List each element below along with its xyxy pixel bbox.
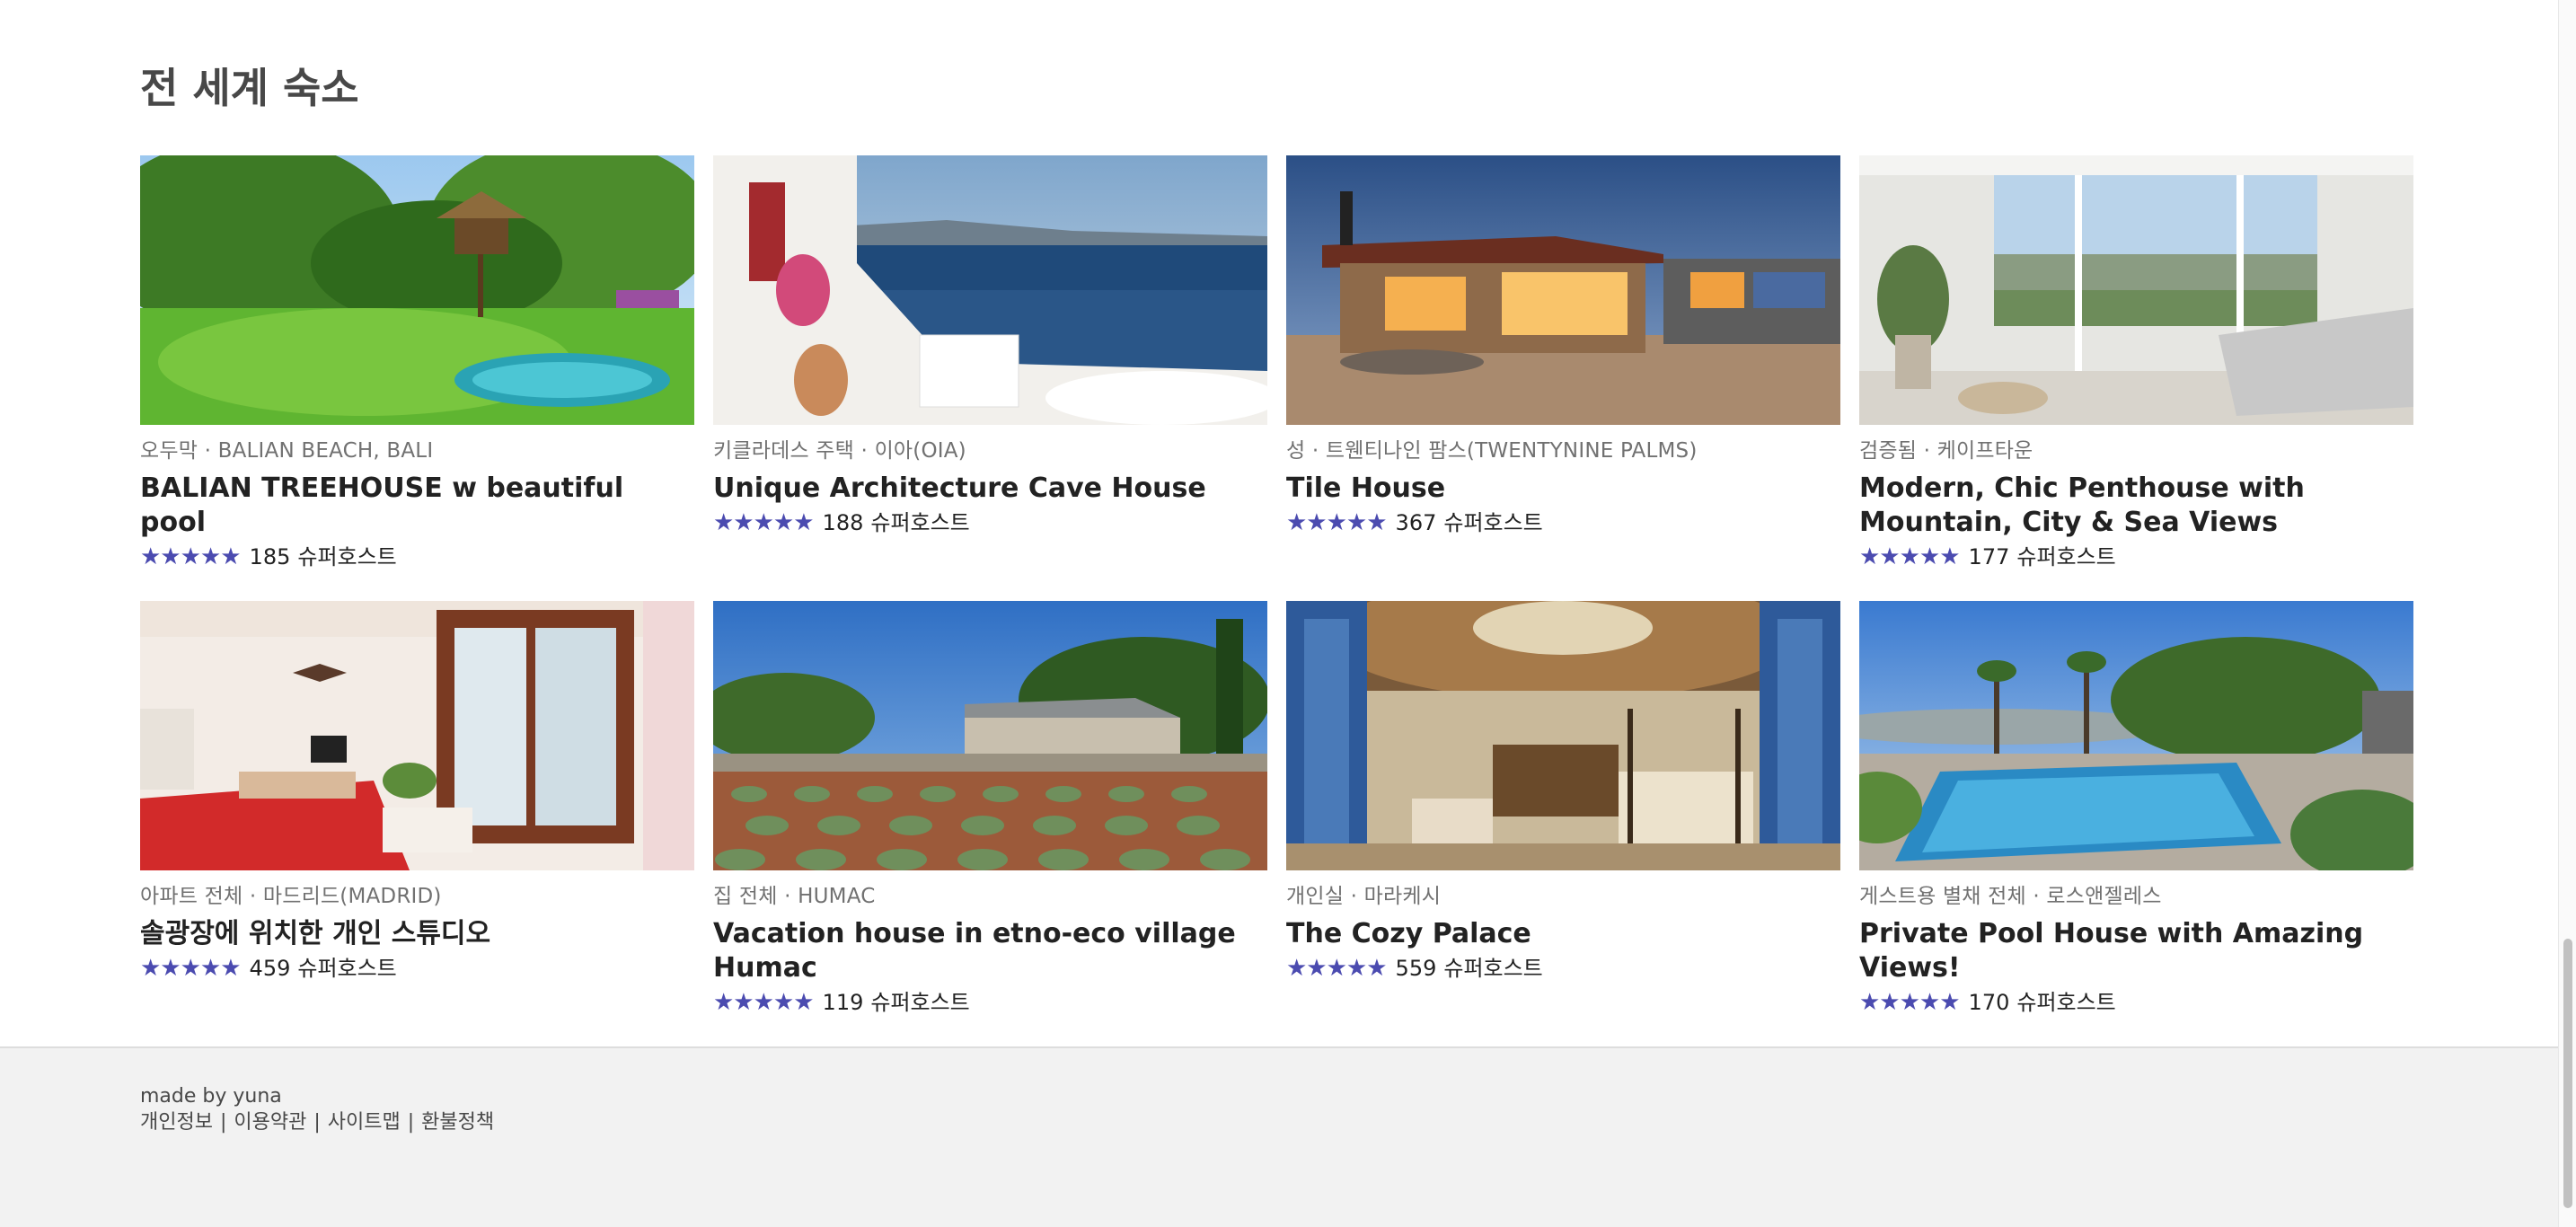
link-separator: | (407, 1111, 415, 1134)
review-count: 177 (1968, 544, 2010, 569)
listing-type-location: 아파트 전체 · 마드리드(MADRID) (140, 885, 442, 908)
listing-photo[interactable] (713, 601, 1267, 870)
refund-policy-link[interactable]: 환불정책 (421, 1109, 494, 1136)
listing-rating: ★★★★★ 459 슈퍼호스트 (140, 953, 694, 984)
listing-photo[interactable] (1859, 155, 2413, 425)
listing-type-location: 검증됨 · 케이프타운 (1859, 439, 2033, 463)
review-count: 170 (1968, 990, 2010, 1015)
star-rating-icon: ★★★★★ (140, 543, 242, 570)
star-rating-icon: ★★★★★ (1286, 955, 1388, 982)
superhost-badge: 슈퍼호스트 (870, 990, 970, 1015)
superhost-badge: 슈퍼호스트 (2016, 990, 2116, 1015)
link-separator: | (313, 1111, 321, 1134)
listing-photo[interactable] (1286, 155, 1840, 425)
section-title: 전 세계 숙소 (140, 64, 359, 112)
star-rating-icon: ★★★★★ (140, 955, 242, 982)
listing-photo[interactable] (140, 155, 694, 425)
listing-title[interactable]: BALIAN TREEHOUSE w beautiful pool (140, 472, 694, 540)
superhost-badge: 슈퍼호스트 (870, 510, 970, 535)
vertical-scrollbar[interactable] (2558, 0, 2576, 1227)
listing-rating: ★★★★★ 170 슈퍼호스트 (1859, 987, 2413, 1018)
link-separator: | (219, 1111, 227, 1134)
footer-links: 개인정보 | 이용약관 | 사이트맵 | 환불정책 (140, 1109, 494, 1136)
listing-card[interactable]: 오두막 · BALIAN BEACH, BALI BALIAN TREEHOUS… (140, 155, 694, 581)
listing-type-location: 개인실 · 마라케시 (1286, 885, 1442, 908)
listing-type-location: 오두막 · BALIAN BEACH, BALI (140, 439, 434, 463)
star-rating-icon: ★★★★★ (1859, 989, 1961, 1016)
review-count: 119 (822, 990, 864, 1015)
worldwide-listings-section: 전 세계 숙소 오두막 · BALIAN BEACH, BALI BALIAN … (140, 57, 2413, 1016)
listing-rating: ★★★★★ 119 슈퍼호스트 (713, 987, 1267, 1018)
cozy-palace-photo (1286, 601, 1840, 870)
listing-title[interactable]: Vacation house in etno-eco village Humac (713, 917, 1267, 985)
penthouse-photo (1859, 155, 2413, 425)
cave-house-photo (713, 155, 1267, 425)
star-rating-icon: ★★★★★ (713, 509, 815, 536)
listing-photo[interactable] (140, 601, 694, 870)
listing-rating: ★★★★★ 188 슈퍼호스트 (713, 508, 1267, 538)
listing-photo[interactable] (1859, 601, 2413, 870)
star-rating-icon: ★★★★★ (713, 989, 815, 1016)
superhost-badge: 슈퍼호스트 (1443, 510, 1543, 535)
listing-card[interactable]: 키클라데스 주택 · 이아(OIA) Unique Architecture C… (713, 155, 1267, 581)
terms-link[interactable]: 이용약관 (234, 1109, 306, 1136)
treehouse-photo (140, 155, 694, 425)
listings-grid: 오두막 · BALIAN BEACH, BALI BALIAN TREEHOUS… (140, 155, 2413, 1016)
review-count: 188 (822, 510, 864, 535)
listing-title[interactable]: Modern, Chic Penthouse with Mountain, Ci… (1859, 472, 2413, 540)
superhost-badge: 슈퍼호스트 (297, 544, 397, 569)
page: 전 세계 숙소 오두막 · BALIAN BEACH, BALI BALIAN … (0, 0, 2576, 1227)
listing-title[interactable]: The Cozy Palace (1286, 917, 1840, 951)
listing-type-location: 게스트용 별채 전체 · 로스앤젤레스 (1859, 885, 2162, 908)
star-rating-icon: ★★★★★ (1859, 543, 1961, 570)
vacation-house-photo (713, 601, 1267, 870)
listing-title[interactable]: Unique Architecture Cave House (713, 472, 1267, 506)
listing-rating: ★★★★★ 185 슈퍼호스트 (140, 542, 694, 572)
listing-type-location: 키클라데스 주택 · 이아(OIA) (713, 439, 966, 463)
footer: made by yuna 개인정보 | 이용약관 | 사이트맵 | 환불정책 (0, 1046, 2558, 1227)
listing-card[interactable]: 게스트용 별채 전체 · 로스앤젤레스 Private Pool House w… (1859, 601, 2413, 1016)
review-count: 559 (1395, 956, 1437, 981)
star-rating-icon: ★★★★★ (1286, 509, 1388, 536)
review-count: 185 (249, 544, 291, 569)
listing-rating: ★★★★★ 559 슈퍼호스트 (1286, 953, 1840, 984)
superhost-badge: 슈퍼호스트 (1443, 956, 1543, 981)
listing-card[interactable]: 개인실 · 마라케시 The Cozy Palace ★★★★★ 559 슈퍼호… (1286, 601, 1840, 996)
listing-type-location: 성 · 트웬티나인 팜스(TWENTYNINE PALMS) (1286, 439, 1698, 463)
superhost-badge: 슈퍼호스트 (297, 956, 397, 981)
listing-card[interactable]: 성 · 트웬티나인 팜스(TWENTYNINE PALMS) Tile Hous… (1286, 155, 1840, 581)
review-count: 459 (249, 956, 291, 981)
listing-card[interactable]: 아파트 전체 · 마드리드(MADRID) 솔광장에 위치한 개인 스튜디오 ★… (140, 601, 694, 996)
review-count: 367 (1395, 510, 1437, 535)
listing-photo[interactable] (713, 155, 1267, 425)
listing-type-location: 집 전체 · HUMAC (713, 885, 876, 908)
sitemap-link[interactable]: 사이트맵 (328, 1109, 401, 1136)
tile-house-photo (1286, 155, 1840, 425)
privacy-link[interactable]: 개인정보 (140, 1109, 213, 1136)
footer-content: made by yuna 개인정보 | 이용약관 | 사이트맵 | 환불정책 (140, 1084, 494, 1136)
pool-house-photo (1859, 601, 2413, 870)
listing-title[interactable]: 솔광장에 위치한 개인 스튜디오 (140, 917, 694, 951)
listing-title[interactable]: Tile House (1286, 472, 1840, 506)
superhost-badge: 슈퍼호스트 (2016, 544, 2116, 569)
scrollbar-thumb[interactable] (2563, 939, 2572, 1208)
listing-photo[interactable] (1286, 601, 1840, 870)
listing-title[interactable]: Private Pool House with Amazing Views! (1859, 917, 2413, 985)
listing-card[interactable]: 검증됨 · 케이프타운 Modern, Chic Penthouse with … (1859, 155, 2413, 581)
studio-photo (140, 601, 694, 870)
listing-rating: ★★★★★ 177 슈퍼호스트 (1859, 542, 2413, 572)
listing-rating: ★★★★★ 367 슈퍼호스트 (1286, 508, 1840, 538)
listing-card[interactable]: 집 전체 · HUMAC Vacation house in etno-eco … (713, 601, 1267, 1016)
made-by-text: made by yuna (140, 1085, 282, 1108)
